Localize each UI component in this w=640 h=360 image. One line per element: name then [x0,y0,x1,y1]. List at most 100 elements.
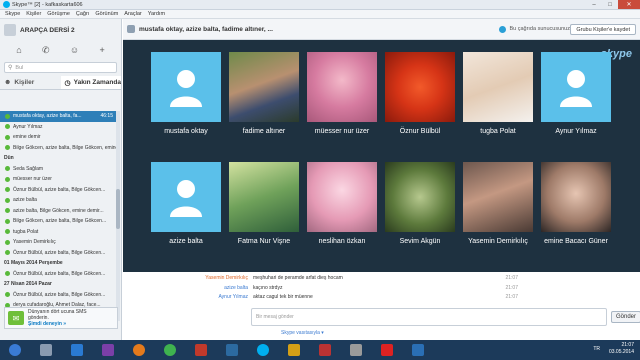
sms-promo[interactable]: ✉ Dünyanın dört ucuna SMS gönderin. Şimd… [4,307,118,329]
participant-tile[interactable]: azize balta [151,162,221,246]
conversation-item[interactable]: emine demir [0,132,116,143]
conversation-item[interactable]: azize balta, Bilge Gökcen, emine demir..… [0,206,116,217]
participant-tile[interactable]: Aynur Yılmaz [541,52,611,136]
phone-icon[interactable]: ✆ [42,45,50,56]
search-icon: ⚲ [8,65,13,71]
conversation-item[interactable]: Öznur Bülbül, azize balta, Bilge Gökcen.… [0,185,116,196]
message-text: kaçıno strdyz [253,284,283,291]
taskbar-item[interactable] [248,341,278,359]
close-button[interactable]: ✕ [618,0,640,9]
tab-kisiler[interactable]: ☻ Kişiler [0,76,61,89]
conversation-item[interactable]: Öznur Bülbül, azize balta, Bilge Gökcen.… [0,248,116,259]
app-icon [288,344,300,356]
home-icon[interactable]: ⌂ [16,45,21,55]
group-icon[interactable]: ☺ [70,45,79,55]
taskbar-item[interactable] [31,341,61,359]
tray-lang[interactable]: TR [593,346,600,352]
conversation-item[interactable]: tugba Polat [0,227,116,238]
conversation-item[interactable]: Bilge Gökcen, azize balta, Bilge Gökcen,… [0,143,116,154]
conversation-label: mustafa oktay, azize balta, fa... [13,113,82,120]
conversation-label: Dün [4,155,14,162]
participant-tile[interactable]: emine Bacacı Güner [541,162,611,246]
quick-actions: ⌂ ✆ ☺ + [0,41,121,59]
participant-tile[interactable]: Fatma Nur Vişne [229,162,299,246]
clock[interactable]: 21:07 03.05.2014 [609,342,634,356]
taskbar-item[interactable] [62,341,92,359]
conversation-label: 27 Nisan 2014 Pazar [4,281,52,288]
menu-bar: Skype Kişiler Görüşme Çağrı Görünüm Araç… [0,10,640,19]
save-group-button[interactable]: Grubu Kişiler'e kaydet [570,24,636,35]
menu-cagri[interactable]: Çağrı [76,11,89,17]
taskbar-item[interactable] [372,341,402,359]
conversation-item[interactable]: Yasemin Demirkılıç [0,237,116,248]
status-icon [5,239,10,245]
message-input[interactable]: Bir mesaj gönder [251,308,607,326]
menu-skype[interactable]: Skype [5,11,20,17]
scrollbar-thumb[interactable] [116,189,120,229]
call-host-text: Bu çağrıda sunucusunuz [509,26,570,32]
search-placeholder: Bul [15,64,24,71]
conversation-item[interactable]: müesser nur üzer [0,174,116,185]
conversation-item[interactable]: Seda Sağlam [0,164,116,175]
participant-name: azize balta [169,238,203,245]
participant-tile[interactable]: fadime altıner [229,52,299,136]
taskbar-item[interactable] [93,341,123,359]
app-icon [195,344,207,356]
scrollbar[interactable] [116,111,120,321]
message-sender[interactable]: Aynur Yılmaz [123,294,253,300]
taskbar-item[interactable] [341,341,371,359]
participant-tile[interactable]: neslihan özkan [307,162,377,246]
clock-icon: ◷ [64,79,71,87]
conversation-item[interactable]: Öznur Bülbül, azize balta, Bilge Gökcen.… [0,269,116,280]
start-button[interactable] [0,341,30,359]
via-skype-dropdown[interactable]: Skype vasıtasıyla ▾ [281,330,324,336]
taskbar-item[interactable] [155,341,185,359]
message-sender[interactable]: Yasemin Demirkılıç [123,275,253,281]
menu-yardim[interactable]: Yardım [148,11,165,17]
participant-tile[interactable]: mustafa oktay [151,52,221,136]
conversation-item[interactable]: azize balta [0,195,116,206]
status-icon [5,124,10,130]
search-input[interactable]: ⚲ Bul [4,62,117,73]
minimize-button[interactable]: – [586,0,602,9]
menu-gorunum[interactable]: Görünüm [95,11,118,17]
person-silhouette-icon [170,70,202,107]
menu-gorusme[interactable]: Görüşme [47,11,70,17]
taskbar-item[interactable] [279,341,309,359]
menu-araclar[interactable]: Araçlar [124,11,141,17]
participant-tile[interactable]: Sevim Akgün [385,162,455,246]
participant-tile[interactable]: müesser nur üzer [307,52,377,136]
conversation-item[interactable]: mustafa oktay, azize balta, fa... 46:15 [0,111,116,122]
participant-photo [385,52,455,122]
conversation-item[interactable]: Aynur Yılmaz [0,122,116,133]
maximize-button[interactable]: □ [602,0,618,9]
participant-tile[interactable]: tugba Polat [463,52,533,136]
participant-name: müesser nur üzer [314,128,370,135]
taskbar-item[interactable] [217,341,247,359]
chat-message: Yasemin Demirkılıç meşhuhari de peramde a… [123,274,518,282]
conversation-item[interactable]: Öznur Bülbül, azize balta, Bilge Gökcen.… [0,290,116,301]
participant-photo [541,162,611,232]
send-button[interactable]: Gönder [611,311,640,323]
message-time: 21:07 [505,275,518,281]
taskbar-item[interactable] [403,341,433,359]
menu-kisiler[interactable]: Kişiler [26,11,41,17]
sms-try-link[interactable]: Şimdi deneyin » [28,321,87,327]
taskbar-item[interactable] [310,341,340,359]
window-title: Skype™ [2] - kafkaskarta606 [12,1,83,8]
participant-tile[interactable]: Öznur Bülbül [385,52,455,136]
taskbar-item[interactable] [124,341,154,359]
conversation-label: Bilge Gökcen, azize balta, Bilge Gökcen.… [13,218,107,225]
profile[interactable]: ARAPÇA DERSİ 2 [0,19,121,41]
conversation-label: Seda Sağlam [13,165,44,172]
add-contact-icon[interactable]: + [100,45,105,55]
taskbar-item[interactable] [186,341,216,359]
tab-yakin-zamanda[interactable]: ◷ Yakın Zamanda [60,76,121,89]
message-sender[interactable]: azize balta [123,285,253,291]
conversation-label: Öznur Bülbül, azize balta, Bilge Gökcen.… [13,249,106,256]
participant-tile[interactable]: Yasemin Demirkılıç [463,162,533,246]
conversation-label: tugba Polat [13,228,39,235]
conversation-title[interactable]: mustafa oktay, azize balta, fadime altın… [139,26,273,33]
conversation-item[interactable]: Bilge Gökcen, azize balta, Bilge Gökcen.… [0,216,116,227]
sidebar: ARAPÇA DERSİ 2 ⌂ ✆ ☺ + ⚲ Bul ☻ Kişiler ◷ Y… [0,19,122,340]
